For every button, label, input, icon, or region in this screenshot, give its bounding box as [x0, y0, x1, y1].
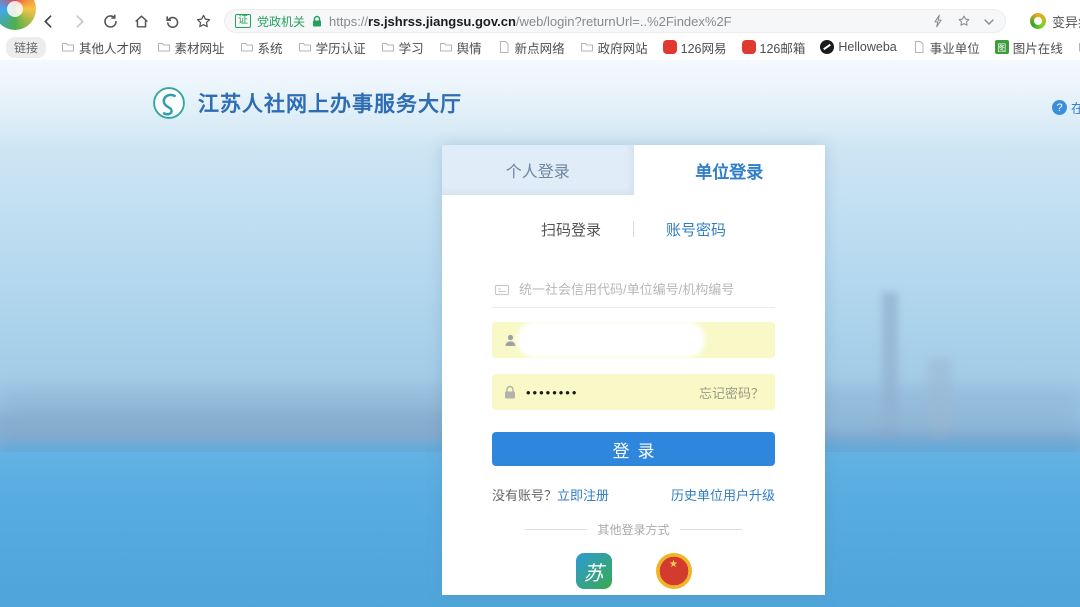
online-help[interactable]: ? 在 [1052, 98, 1080, 117]
page-icon [912, 40, 926, 54]
register-row: 没有账号？立即注册 [492, 485, 609, 504]
site-header: 江苏人社网上办事服务大厅 [152, 86, 462, 120]
subtab-divider [633, 221, 634, 237]
person-icon [503, 333, 518, 348]
account-links: 没有账号？立即注册 历史单位用户升级 [492, 485, 775, 504]
divider-line [525, 529, 587, 530]
other-login-divider: 其他登录方式 [492, 521, 775, 538]
folder-icon [580, 40, 594, 54]
login-subtabs: 扫码登录 账号密码 [442, 219, 825, 239]
question-icon: ? [1052, 100, 1067, 115]
bookmark-folder[interactable]: 其他人才网 [61, 38, 142, 57]
login-tabs: 个人登录 单位登录 [442, 145, 825, 195]
redaction-overlay [520, 324, 702, 355]
bookmark-folder[interactable]: 素材网址 [157, 38, 225, 57]
login-form: •••••••• 忘记密码？ 登录 没有账号？立即注册 历史单位用户升级 其他登… [442, 272, 825, 589]
back-icon[interactable] [40, 13, 57, 30]
id-card-icon [494, 282, 510, 298]
national-emblem-icon[interactable] [656, 553, 692, 589]
site-type-label: 党政机关 [257, 13, 305, 30]
mail-126-icon [742, 40, 756, 54]
folder-icon [381, 40, 395, 54]
flash-extension-icon[interactable] [931, 14, 945, 28]
page-title: 江苏人社网上办事服务大厅 [198, 88, 462, 118]
browser-toolbar: 证 党政机关 https://rs.jshrss.jiangsu.gov.cn/… [0, 8, 1080, 34]
mail-126-icon [663, 40, 677, 54]
undo-icon[interactable] [164, 13, 181, 30]
alt-login-methods: 苏 [492, 553, 775, 589]
divider-line [680, 529, 742, 530]
bookmark-126mail[interactable]: 126网易 [663, 38, 727, 57]
credit-code-input[interactable] [519, 282, 769, 297]
page-icon [497, 40, 511, 54]
bookmark-folder[interactable]: 舆情 [439, 38, 482, 57]
other-login-label: 其他登录方式 [597, 521, 669, 538]
folder-icon [61, 40, 75, 54]
forgot-password-link[interactable]: 忘记密码？ [699, 383, 764, 402]
browser-chrome: 证 党政机关 https://rs.jshrss.jiangsu.gov.cn/… [0, 0, 1080, 60]
subtab-account-login[interactable]: 账号密码 [666, 219, 726, 240]
hot-search-widget[interactable]: 变异病毒传 [1030, 12, 1080, 31]
webpage-background: 江苏人社网上办事服务大厅 ? 在 个人登录 单位登录 扫码登录 账号密码 [0, 60, 1080, 607]
credit-code-field[interactable] [492, 272, 775, 308]
folder-icon [240, 40, 254, 54]
refresh-icon[interactable] [102, 13, 119, 30]
favorite-star-icon[interactable] [957, 14, 971, 28]
no-account-label: 没有账号？ [492, 488, 557, 503]
login-card: 个人登录 单位登录 扫码登录 账号密码 • [442, 145, 825, 595]
subtab-scan-login[interactable]: 扫码登录 [541, 219, 601, 240]
folder-icon [439, 40, 453, 54]
jiangsu-hrss-logo-icon [152, 86, 186, 120]
cert-badge: 证 [235, 14, 251, 28]
jiangsu-gov-app-icon[interactable]: 苏 [576, 553, 612, 589]
bookmark-image-tool[interactable]: 图图片在线 [995, 38, 1063, 57]
bookmark-folder[interactable]: 学历认证 [298, 38, 366, 57]
folder-icon [298, 40, 312, 54]
bookmark-folder[interactable]: 系统 [240, 38, 283, 57]
bookmark-folder[interactable]: 学习 [381, 38, 424, 57]
url-text: https://rs.jshrss.jiangsu.gov.cn/web/log… [329, 14, 732, 29]
home-icon[interactable] [133, 13, 150, 30]
address-bar[interactable]: 证 党政机关 https://rs.jshrss.jiangsu.gov.cn/… [224, 9, 1006, 33]
bookmark-page[interactable]: 事业单位 [912, 38, 980, 57]
hot-search-text[interactable]: 变异病毒传 [1052, 12, 1080, 31]
lock-icon [503, 385, 517, 400]
username-field[interactable] [492, 322, 775, 358]
bookmark-star-icon[interactable] [195, 13, 212, 30]
image-tool-icon: 图 [995, 40, 1009, 54]
help-label: 在 [1071, 98, 1080, 117]
tab-unit-login[interactable]: 单位登录 [634, 145, 826, 195]
forward-icon[interactable] [71, 13, 88, 30]
password-field[interactable]: •••••••• 忘记密码？ [492, 374, 775, 410]
password-dots[interactable]: •••••••• [526, 385, 578, 400]
screenshot-root: { "browser": { "toolbar": { "cert_badge"… [0, 0, 1080, 607]
register-link[interactable]: 立即注册 [557, 488, 609, 503]
search-engine-icon [1030, 13, 1046, 29]
tab-personal-login[interactable]: 个人登录 [442, 145, 634, 195]
folder-icon [157, 40, 171, 54]
chevron-down-icon[interactable] [983, 15, 995, 27]
bookmark-page[interactable]: 新点网络 [497, 38, 565, 57]
bookmark-links-chip[interactable]: 链接 [6, 37, 46, 58]
bookmarks-bar: 链接 其他人才网 素材网址 系统 学历认证 学习 舆情 新点网络 政府网站 12… [0, 34, 1080, 60]
ssl-lock-icon [311, 15, 323, 28]
bookmark-helloweba[interactable]: Helloweba [820, 40, 896, 54]
login-button[interactable]: 登录 [492, 432, 775, 466]
helloweba-icon [820, 40, 834, 54]
skyline-tower [882, 292, 898, 442]
bookmark-126mailbox[interactable]: 126邮箱 [742, 38, 806, 57]
legacy-upgrade-link[interactable]: 历史单位用户升级 [671, 485, 775, 504]
bookmark-folder[interactable]: 政府网站 [580, 38, 648, 57]
